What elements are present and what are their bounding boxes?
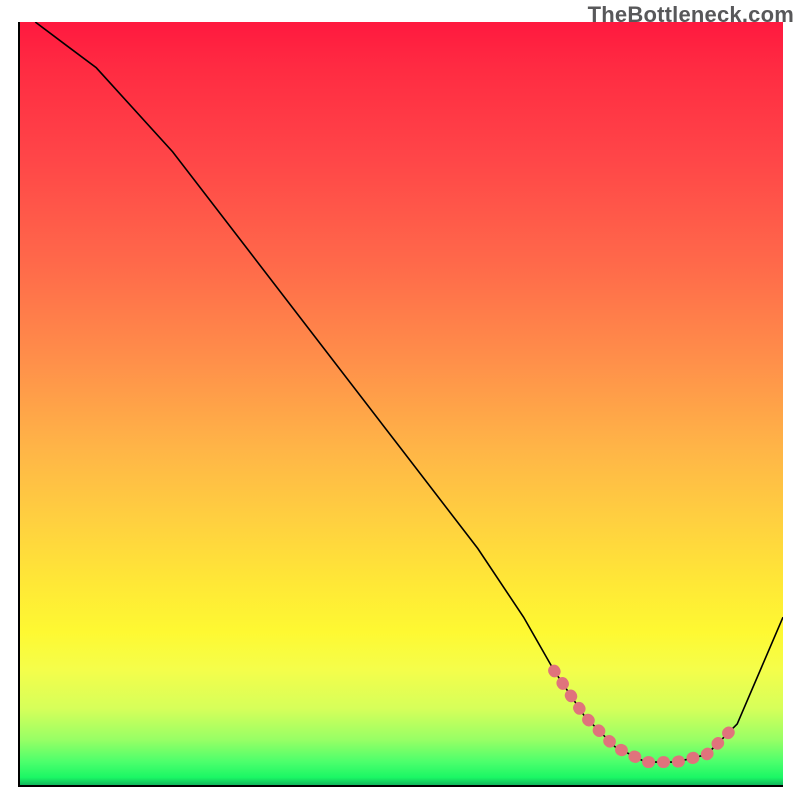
optimal-range-highlight-line <box>554 671 737 762</box>
curve-svg <box>20 22 783 785</box>
chart-canvas: TheBottleneck.com <box>0 0 800 800</box>
plot-area <box>18 22 783 787</box>
bottleneck-curve-line <box>35 22 783 762</box>
